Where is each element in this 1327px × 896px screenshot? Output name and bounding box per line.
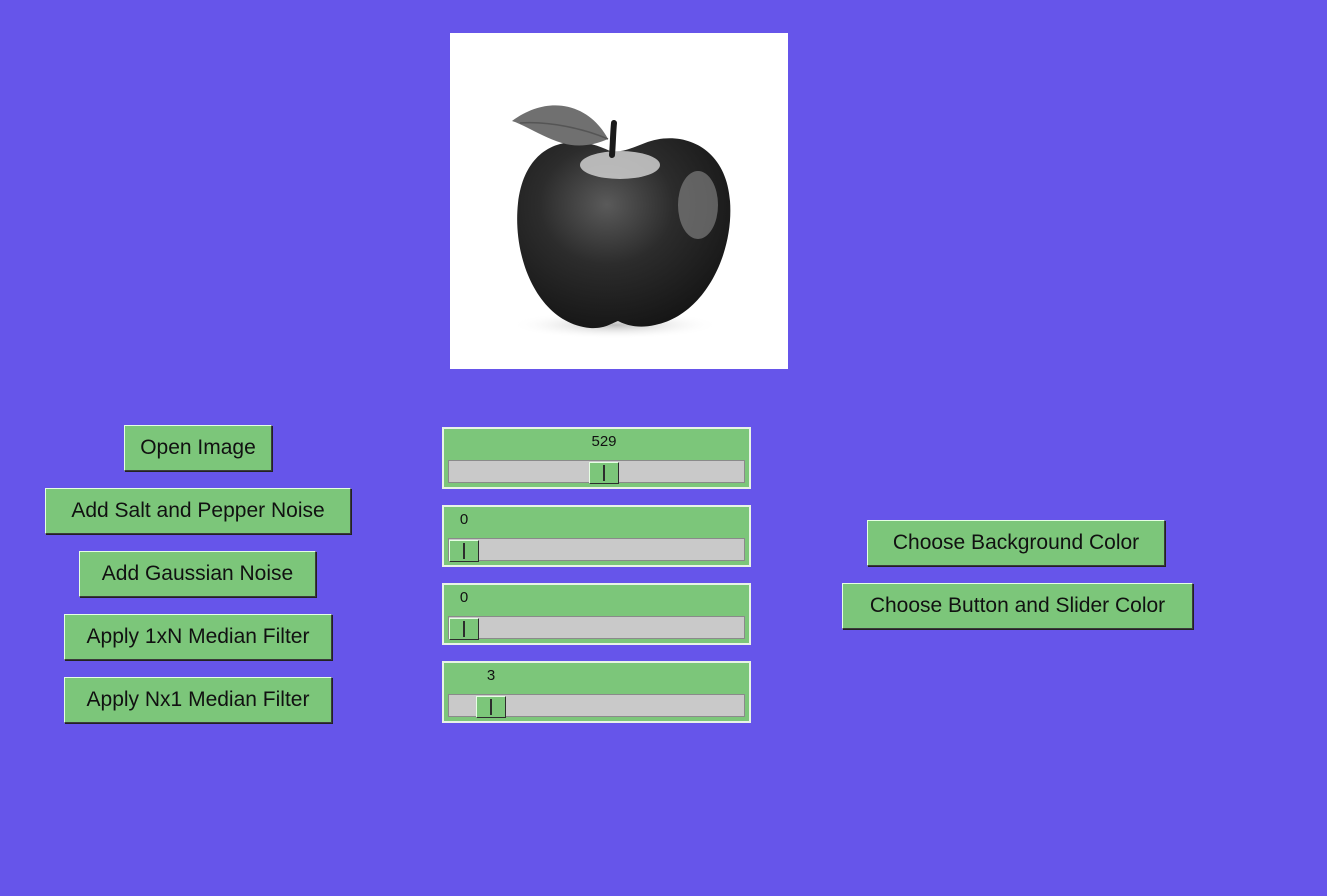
slider-4-track[interactable]	[448, 694, 745, 718]
open-image-button[interactable]: Open Image	[124, 425, 272, 471]
apple-image	[510, 105, 731, 339]
add-salt-pepper-noise-button[interactable]: Add Salt and Pepper Noise	[45, 488, 351, 534]
add-gaussian-noise-button[interactable]: Add Gaussian Noise	[79, 551, 316, 597]
choose-button-slider-color-button[interactable]: Choose Button and Slider Color	[842, 583, 1193, 629]
slider-1-value: 529	[591, 433, 617, 450]
slider-3-track[interactable]	[448, 616, 745, 640]
slider-2-track[interactable]	[448, 538, 745, 562]
image-display	[450, 33, 788, 369]
slider-4[interactable]: 3	[442, 661, 751, 723]
slider-1[interactable]: 529	[442, 427, 751, 489]
apply-nx1-median-filter-button[interactable]: Apply Nx1 Median Filter	[64, 677, 332, 723]
choose-background-color-button[interactable]: Choose Background Color	[867, 520, 1165, 566]
slider-2[interactable]: 0	[442, 505, 751, 567]
slider-3[interactable]: 0	[442, 583, 751, 645]
slider-2-handle[interactable]	[449, 540, 479, 562]
slider-4-value: 3	[486, 667, 496, 684]
slider-4-handle[interactable]	[476, 696, 506, 718]
apply-1xn-median-filter-button[interactable]: Apply 1xN Median Filter	[64, 614, 332, 660]
slider-3-value: 0	[459, 589, 469, 606]
slider-2-value: 0	[459, 511, 469, 528]
slider-1-track[interactable]	[448, 460, 745, 484]
slider-1-handle[interactable]	[589, 462, 619, 484]
slider-3-handle[interactable]	[449, 618, 479, 640]
